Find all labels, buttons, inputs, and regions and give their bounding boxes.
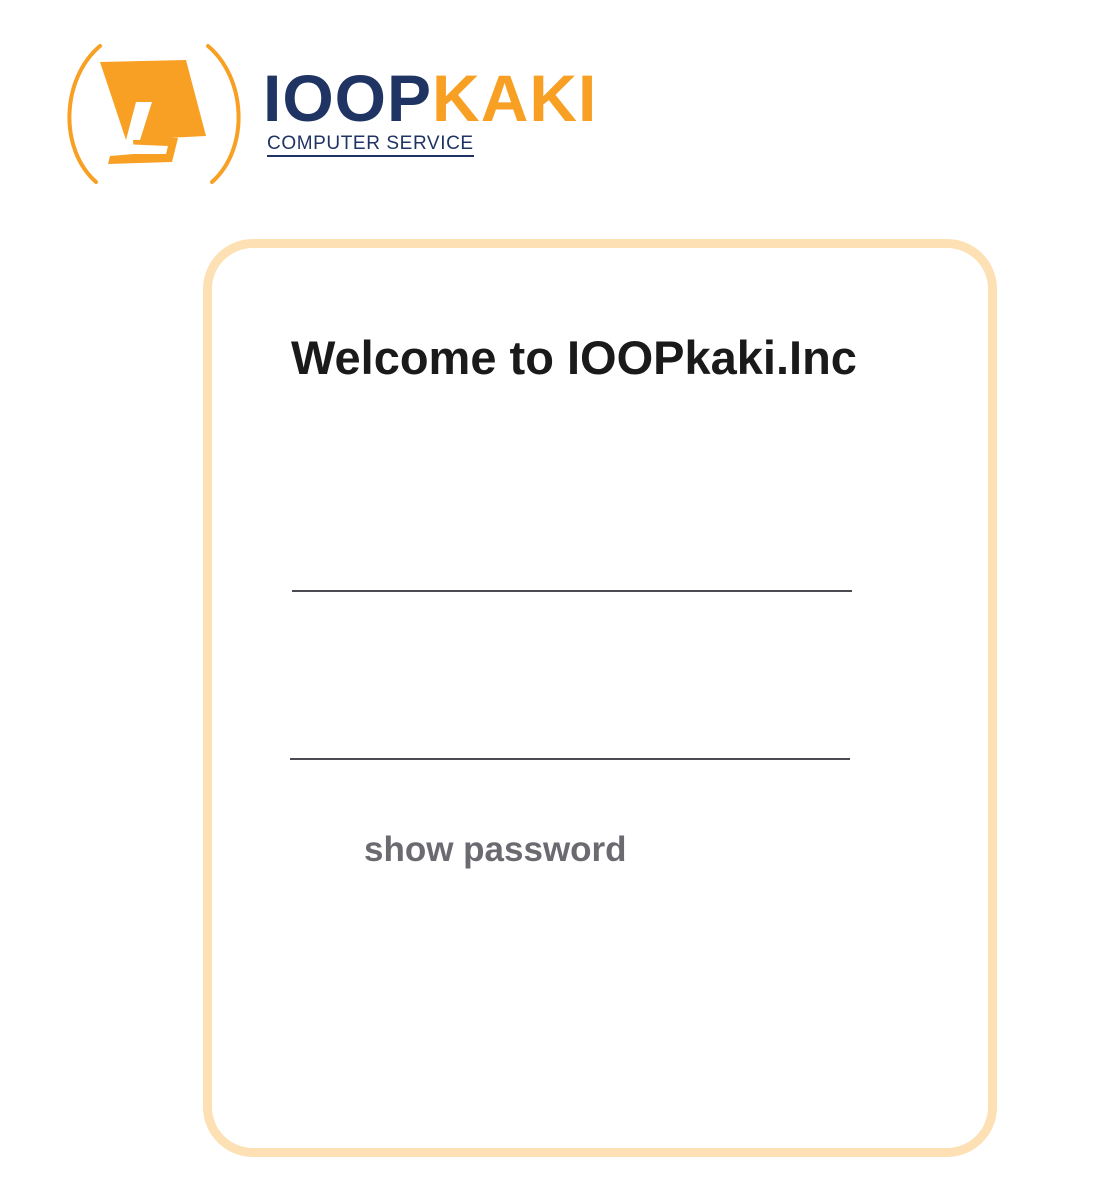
show-password-label: show password [364,830,627,869]
brand-logo: IOOPKAKI COMPUTER SERVICE [60,40,600,190]
logo-wordmark-part-a: IOOP [263,61,433,135]
password-input[interactable] [290,706,850,760]
logo-tagline: COMPUTER SERVICE [267,133,474,157]
page-title: Welcome to IOOPkaki.Inc [291,331,857,384]
logo-wordmark-part-b: KAKI [432,61,598,135]
logo-wordmark: IOOPKAKI [263,65,597,131]
login-card: Welcome to IOOPkaki.Inc show password [203,239,997,1157]
laptop-logo-icon [67,44,241,184]
show-password-toggle[interactable]: show password [364,830,627,870]
username-input[interactable] [292,538,852,592]
